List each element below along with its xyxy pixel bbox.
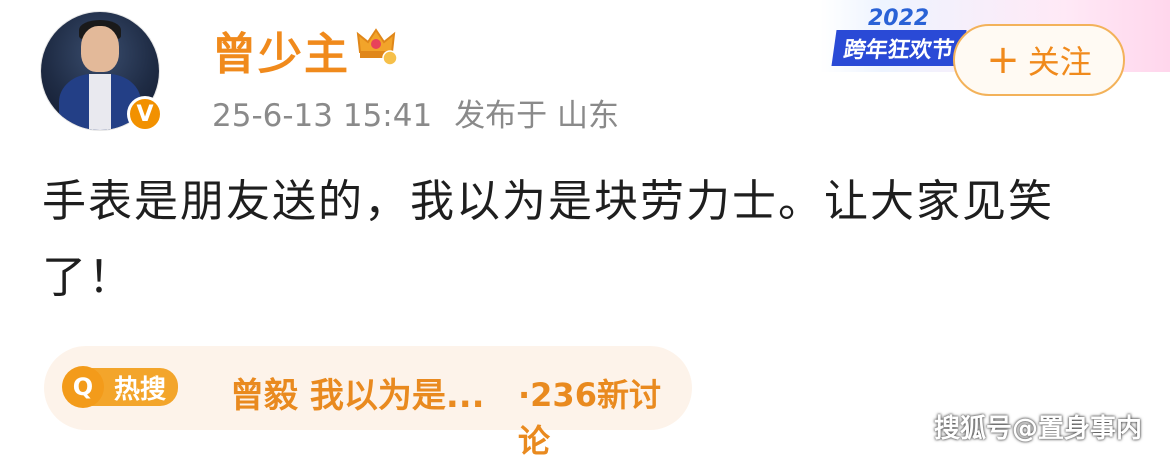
banner-tag: 跨年狂欢节 [831, 30, 967, 66]
search-icon: Q [62, 366, 104, 408]
follow-label: 关注 [1027, 43, 1092, 81]
plus-icon: + [986, 37, 1020, 83]
verified-badge-icon: V [127, 96, 163, 132]
post-meta: 25-6-13 15:41 发布于 山东 [212, 90, 641, 135]
post-timestamp: 25-6-13 15:41 [212, 98, 433, 134]
hot-search-tag[interactable]: 热搜 Q 曾毅 我以为是... ·236新讨论 [44, 346, 692, 460]
post-text: 手表是朋友送的，我以为是块劳力士。让大家见笑了！ [42, 176, 1054, 303]
username[interactable]: 曾少主 [212, 18, 350, 82]
hot-search-label: 热搜 [92, 368, 179, 406]
follow-button[interactable]: + 关注 [953, 24, 1125, 96]
post-location: 发布于 山东 [454, 98, 620, 134]
watermark: 搜狐号@置身事内 [933, 414, 1142, 444]
crown-icon [356, 28, 398, 66]
hot-search-topic: 曾毅 我以为是... [230, 376, 485, 416]
banner-year: 2022 [868, 6, 930, 31]
hot-search-count: ·236新讨论 [518, 376, 661, 460]
